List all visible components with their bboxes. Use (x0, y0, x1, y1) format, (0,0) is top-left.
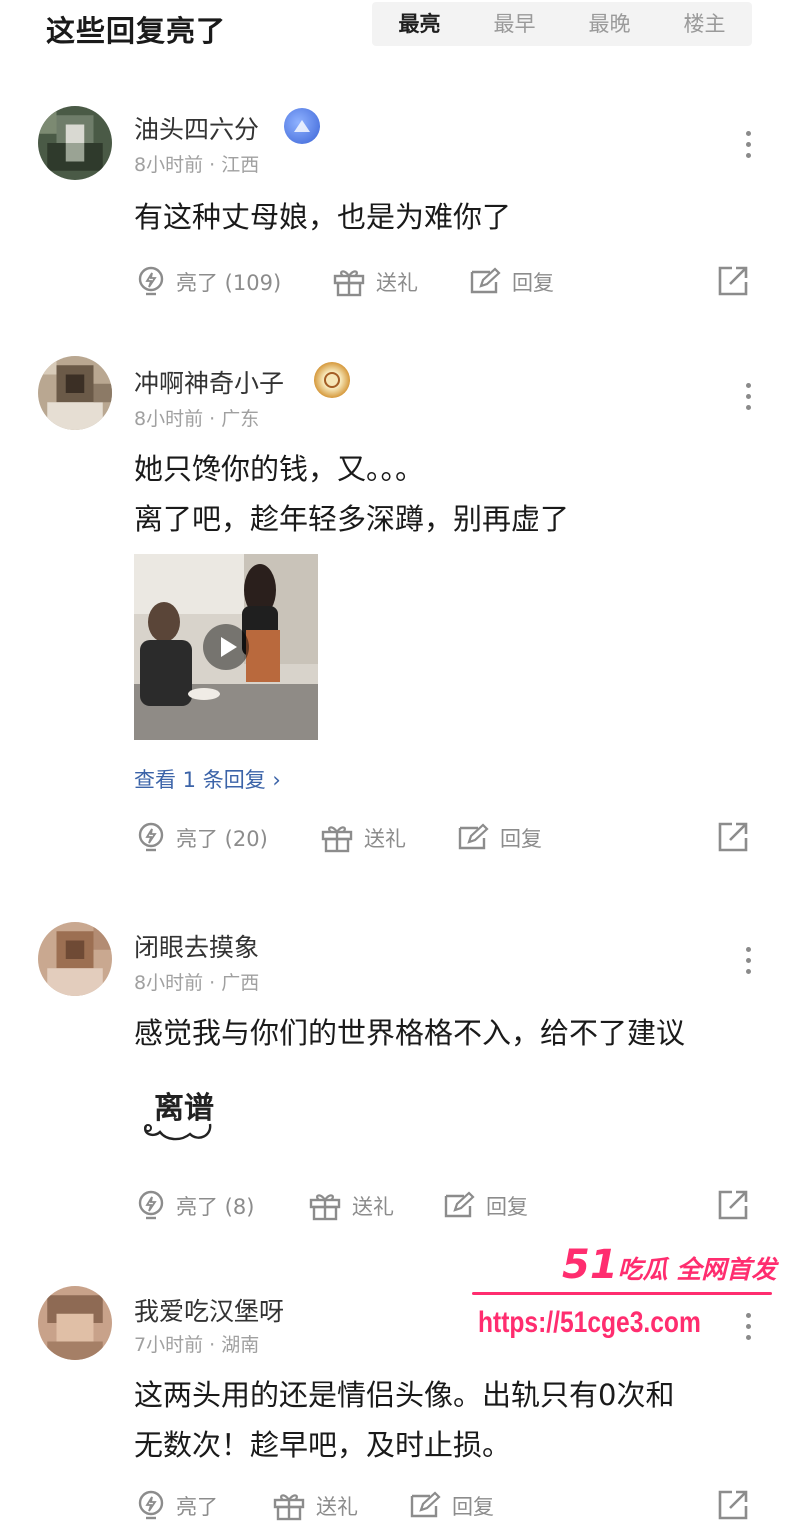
comment-text: 有这种丈母娘，也是为难你了 (134, 200, 512, 234)
edit-reply-icon (444, 1191, 475, 1218)
gift-icon (273, 1494, 305, 1521)
video-thumbnail[interactable] (134, 554, 318, 740)
sticker-image: 离谱 (140, 1072, 220, 1148)
comment-meta: 7小时前 · 湖南 (134, 1334, 260, 1356)
light-bulb-icon (138, 266, 164, 296)
watermark-url: https://51cge3.com (478, 1306, 701, 1339)
reply-label: 回复 (486, 1195, 528, 1219)
comment-actions: 亮了 (109) 送礼 回复 (0, 262, 800, 302)
tab-latest[interactable]: 最晚 (562, 2, 657, 46)
gift-icon (333, 270, 365, 297)
like-count: 亮了 (176, 1495, 218, 1519)
light-bulb-icon (138, 1190, 164, 1220)
avatar-image (38, 356, 112, 430)
avatar-image (38, 1286, 112, 1360)
view-replies-link[interactable]: 查看 1 条回复 › (134, 764, 281, 794)
light-bulb-icon (138, 822, 164, 852)
more-options-icon[interactable] (740, 944, 756, 980)
like-button[interactable]: 亮了 (109) (136, 262, 281, 302)
section-title: 这些回复亮了 (46, 14, 227, 48)
share-icon[interactable] (716, 264, 750, 298)
more-options-icon[interactable] (740, 380, 756, 416)
reply-button[interactable]: 回复 (442, 1186, 528, 1226)
tab-op-only[interactable]: 楼主 (657, 2, 752, 46)
avatar-image (38, 106, 112, 180)
like-button[interactable]: 亮了 (20) (136, 818, 268, 858)
comment-actions: 亮了 送礼 回复 (0, 1486, 800, 1526)
like-button[interactable]: 亮了 (8) (136, 1186, 254, 1226)
comment-text: 她只馋你的钱，又。。。 离了吧，趁年轻多深蹲，别再虚了 (134, 452, 570, 536)
edit-reply-icon (458, 823, 489, 850)
like-count: 亮了 (109) (176, 271, 282, 295)
play-icon[interactable] (203, 624, 249, 670)
site-watermark: 51吃瓜 全网首发 https://51cge3.com (466, 1240, 786, 1360)
level-badge-icon (314, 362, 350, 398)
reply-button[interactable]: 回复 (408, 1486, 494, 1526)
comment-text: 这两头用的还是情侣头像。出轨只有0次和 无数次！趁早吧，及时止损。 (134, 1378, 675, 1462)
sort-tabs: 最亮 最早 最晚 楼主 (372, 2, 752, 46)
avatar[interactable] (38, 922, 112, 996)
username[interactable]: 油头四六分 (134, 110, 259, 146)
light-bulb-icon (138, 1490, 164, 1520)
reply-button[interactable]: 回复 (468, 262, 554, 302)
comment-meta: 8小时前 · 广西 (134, 972, 260, 994)
gift-icon (309, 1194, 341, 1221)
edit-reply-icon (410, 1491, 441, 1518)
avatar-image (38, 922, 112, 996)
reply-label: 回复 (452, 1495, 494, 1519)
comment-meta: 8小时前 · 广东 (134, 408, 260, 430)
username[interactable]: 我爱吃汉堡呀 (134, 1292, 284, 1328)
share-icon[interactable] (716, 820, 750, 854)
gift-icon (321, 826, 353, 853)
avatar[interactable] (38, 1286, 112, 1360)
gift-label: 送礼 (352, 1195, 394, 1219)
reply-button[interactable]: 回复 (456, 818, 542, 858)
like-count: 亮了 (8) (176, 1195, 255, 1219)
tab-brightest[interactable]: 最亮 (372, 2, 467, 46)
like-count: 亮了 (20) (176, 827, 268, 851)
comment-text: 感觉我与你们的世界格格不入，给不了建议 (134, 1016, 686, 1050)
like-button[interactable]: 亮了 (136, 1486, 218, 1526)
avatar[interactable] (38, 106, 112, 180)
gift-button[interactable]: 送礼 (308, 1186, 394, 1226)
comment-actions: 亮了 (20) 送礼 回复 (0, 818, 800, 858)
tab-earliest[interactable]: 最早 (467, 2, 562, 46)
avatar[interactable] (38, 356, 112, 430)
reply-label: 回复 (512, 271, 554, 295)
gift-label: 送礼 (364, 827, 406, 851)
gift-button[interactable]: 送礼 (272, 1486, 358, 1526)
edit-reply-icon (470, 267, 501, 294)
gift-button[interactable]: 送礼 (320, 818, 406, 858)
gift-button[interactable]: 送礼 (332, 262, 418, 302)
svg-text:离谱: 离谱 (154, 1091, 214, 1126)
share-icon[interactable] (716, 1488, 750, 1522)
share-icon[interactable] (716, 1188, 750, 1222)
watermark-brand: 51吃瓜 全网首发 (562, 1242, 777, 1288)
comment-actions: 亮了 (8) 送礼 回复 (0, 1186, 800, 1226)
verified-badge-icon (284, 108, 320, 144)
comment-meta: 8小时前 · 江西 (134, 154, 260, 176)
username[interactable]: 冲啊神奇小子 (134, 364, 284, 400)
more-options-icon[interactable] (740, 128, 756, 164)
username[interactable]: 闭眼去摸象 (134, 928, 259, 964)
gift-label: 送礼 (316, 1495, 358, 1519)
reply-label: 回复 (500, 827, 542, 851)
gift-label: 送礼 (376, 271, 418, 295)
watermark-divider (472, 1292, 772, 1295)
comments-header: 这些回复亮了 最亮 最早 最晚 楼主 (0, 0, 800, 62)
